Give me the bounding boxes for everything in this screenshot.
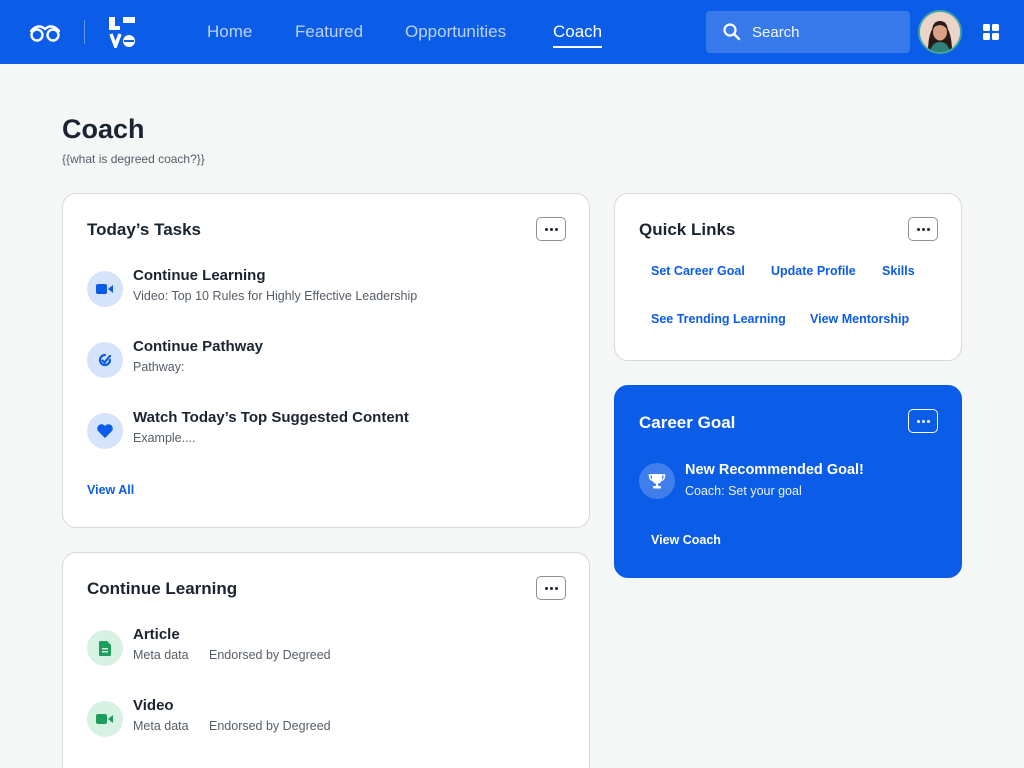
view-mentorship-link[interactable]: View Mentorship xyxy=(810,312,909,326)
nav-featured-label: Featured xyxy=(295,22,364,41)
more-dots-icon xyxy=(916,419,920,423)
goal-title[interactable]: New Recommended Goal! xyxy=(685,462,864,478)
page-subtitle: {{what is degreed coach?}} xyxy=(62,152,205,166)
apps-grid-icon[interactable] xyxy=(983,24,999,40)
search-icon xyxy=(723,23,741,41)
avatar-portrait-icon xyxy=(920,12,960,52)
continue-learning-card: Continue Learning Article Meta data Endo… xyxy=(62,552,590,768)
brand-logo-icon[interactable] xyxy=(108,16,136,48)
article-icon xyxy=(87,630,123,666)
todays-tasks-title: Today’s Tasks xyxy=(87,220,202,239)
search-input[interactable] xyxy=(752,23,892,41)
update-profile-link[interactable]: Update Profile xyxy=(771,264,856,278)
learning-item-endorsement: Endorsed by Degreed xyxy=(209,648,331,662)
task-subtitle: Example.... xyxy=(133,431,196,445)
nav-coach-label: Coach xyxy=(553,22,603,41)
learning-item-meta: Meta data xyxy=(133,719,189,733)
learning-item-video[interactable]: Video Meta data Endorsed by Degreed xyxy=(87,697,567,749)
more-dots-icon xyxy=(544,227,548,231)
task-title: Watch Today’s Top Suggested Content xyxy=(133,409,409,426)
set-career-goal-link[interactable]: Set Career Goal xyxy=(651,264,745,278)
heart-icon xyxy=(87,413,123,449)
nav-home[interactable]: Home xyxy=(207,0,252,64)
header-divider xyxy=(84,20,85,44)
view-coach-link[interactable]: View Coach xyxy=(651,533,721,547)
view-all-link[interactable]: View All xyxy=(87,483,134,497)
quick-links-more-button[interactable] xyxy=(908,217,938,241)
nav-opportunities-label: Opportunities xyxy=(405,22,507,41)
todays-tasks-card: Today’s Tasks Continue Learning Video: T… xyxy=(62,193,590,528)
trophy-icon xyxy=(639,463,675,499)
quick-links-title: Quick Links xyxy=(639,220,736,239)
career-goal-title: Career Goal xyxy=(639,413,736,432)
learning-item-title: Article xyxy=(133,626,180,643)
learning-item-title: Video xyxy=(133,697,174,714)
career-goal-card: Career Goal New Recommended Goal! Coach:… xyxy=(614,385,962,578)
task-item-suggested-content[interactable]: Watch Today’s Top Suggested Content Exam… xyxy=(87,409,567,461)
career-goal-more-button[interactable] xyxy=(908,409,938,433)
task-subtitle: Video: Top 10 Rules for Highly Effective… xyxy=(133,289,418,303)
quick-links-card: Quick Links Set Career Goal Update Profi… xyxy=(614,193,962,361)
glasses-logo-icon[interactable] xyxy=(28,20,62,44)
search-box[interactable] xyxy=(706,11,910,53)
skills-link[interactable]: Skills xyxy=(882,264,915,278)
learning-item-article[interactable]: Article Meta data Endorsed by Degreed xyxy=(87,626,567,678)
task-title: Continue Pathway xyxy=(133,338,264,355)
nav-opportunities[interactable]: Opportunities xyxy=(405,0,506,64)
task-subtitle: Pathway: xyxy=(133,360,185,374)
more-dots-icon xyxy=(916,227,920,231)
goal-subtitle: Coach: Set your goal xyxy=(685,484,802,498)
user-avatar[interactable] xyxy=(918,10,962,54)
task-item-continue-learning[interactable]: Continue Learning Video: Top 10 Rules fo… xyxy=(87,267,567,319)
see-trending-learning-link[interactable]: See Trending Learning xyxy=(651,312,786,326)
more-dots-icon xyxy=(544,586,548,590)
todays-tasks-more-button[interactable] xyxy=(536,217,566,241)
learning-item-endorsement: Endorsed by Degreed xyxy=(209,719,331,733)
continue-learning-title: Continue Learning xyxy=(87,579,238,598)
active-tab-underline xyxy=(553,46,603,48)
nav-featured[interactable]: Featured xyxy=(295,0,363,64)
page-title: Coach xyxy=(62,114,145,144)
learning-item-meta: Meta data xyxy=(133,648,189,662)
nav-home-label: Home xyxy=(207,22,253,41)
continue-learning-more-button[interactable] xyxy=(536,576,566,600)
pathway-icon xyxy=(87,342,123,378)
video-icon xyxy=(87,701,123,737)
top-navigation-bar: Home Featured Opportunities Coach xyxy=(0,0,1024,64)
task-title: Continue Learning xyxy=(133,267,266,284)
video-icon xyxy=(87,271,123,307)
task-item-continue-pathway[interactable]: Continue Pathway Pathway: xyxy=(87,338,567,390)
nav-coach[interactable]: Coach xyxy=(553,0,603,64)
